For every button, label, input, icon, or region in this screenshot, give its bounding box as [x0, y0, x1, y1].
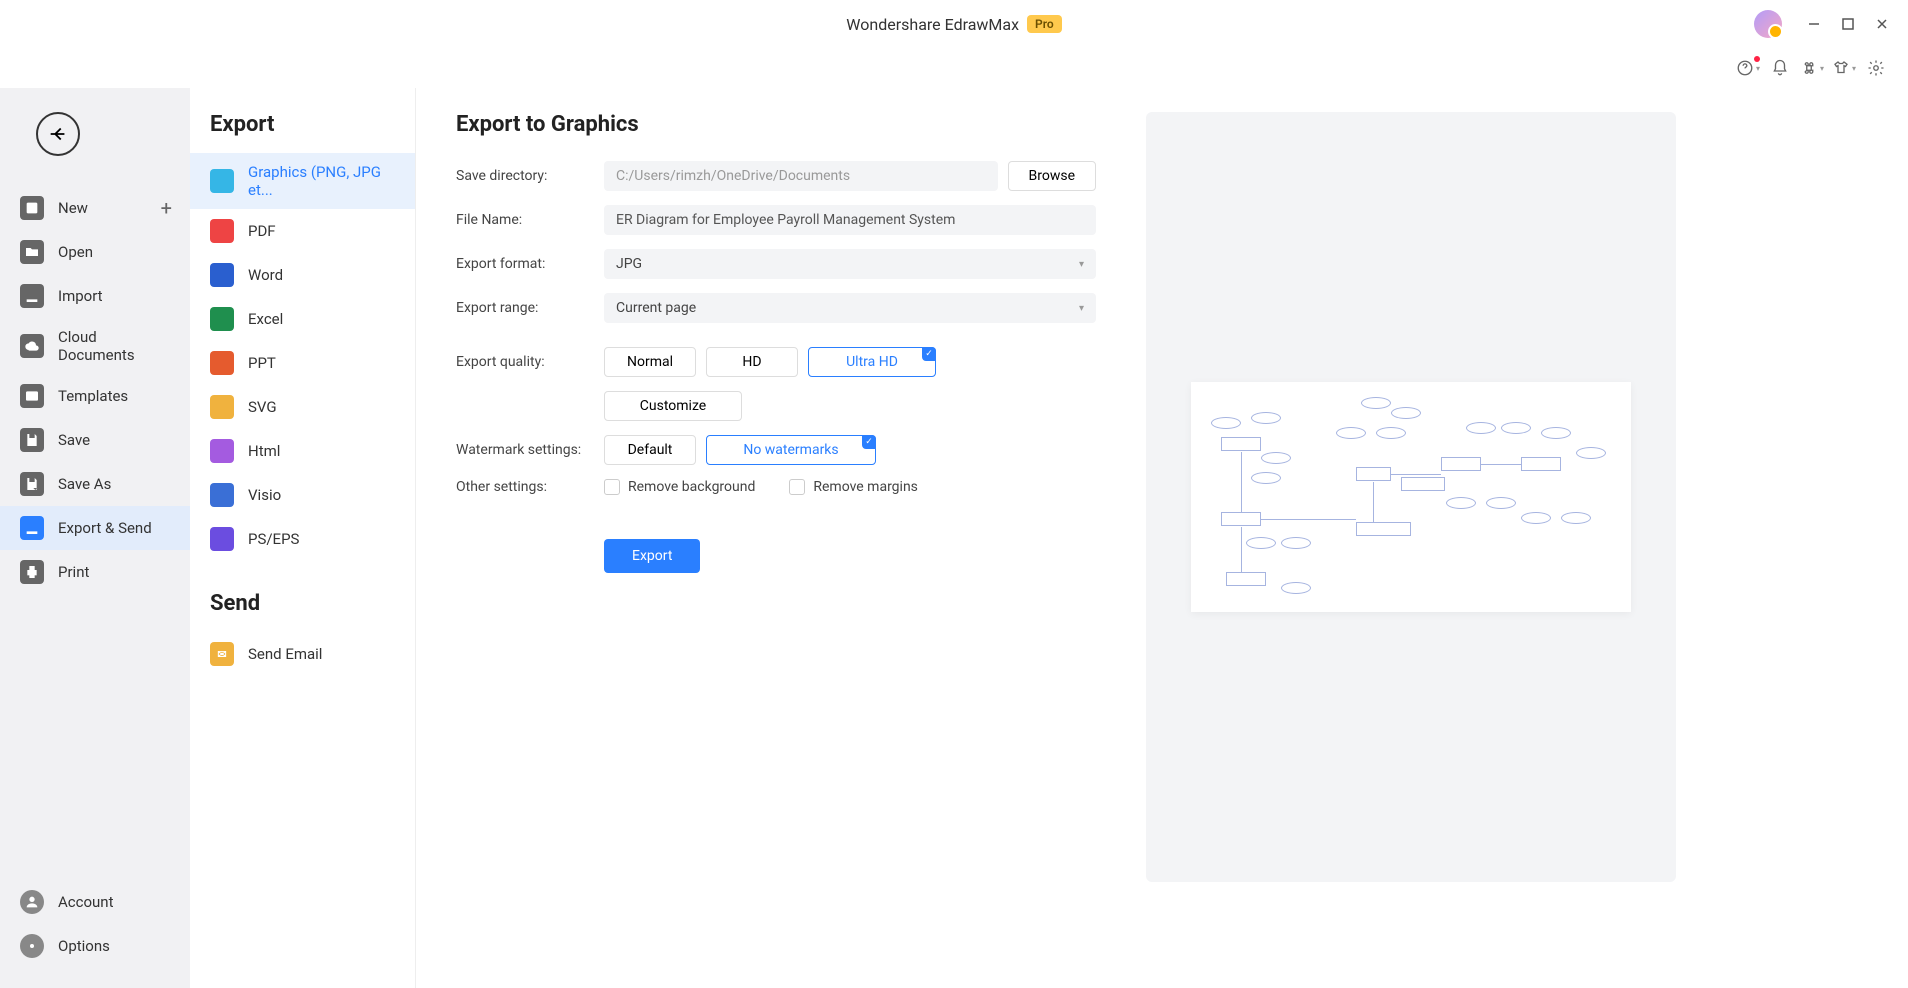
ppt-file-icon [210, 351, 234, 375]
nav-new[interactable]: New+ [0, 186, 190, 230]
print-icon [20, 560, 44, 584]
file-name-input[interactable] [604, 205, 1096, 235]
save-dir-label: Save directory: [456, 168, 604, 184]
options-icon [20, 934, 44, 958]
format-word[interactable]: Word [190, 253, 415, 297]
minimize-button[interactable] [1800, 10, 1828, 38]
graphics-file-icon [210, 169, 234, 193]
maximize-button[interactable] [1834, 10, 1862, 38]
nav-saveas[interactable]: Save As [0, 462, 190, 506]
format-visio[interactable]: Visio [190, 473, 415, 517]
nav-print[interactable]: Print [0, 550, 190, 594]
account-icon [20, 890, 44, 914]
export-content: Export to Graphics Save directory: Brows… [416, 88, 1908, 988]
quality-normal-button[interactable]: Normal [604, 347, 696, 377]
pdf-file-icon [210, 219, 234, 243]
pro-badge: Pro [1027, 15, 1062, 33]
other-settings-label: Other settings: [456, 479, 604, 495]
nav-templates[interactable]: Templates [0, 374, 190, 418]
html-file-icon [210, 439, 234, 463]
format-pseps[interactable]: PS/EPS [190, 517, 415, 561]
close-button[interactable] [1868, 10, 1896, 38]
new-icon [20, 196, 44, 220]
remove-margins-checkbox[interactable]: Remove margins [789, 479, 918, 495]
open-icon [20, 240, 44, 264]
range-select[interactable]: Current page [604, 293, 1096, 323]
preview-thumbnail [1191, 382, 1631, 612]
quality-label: Export quality: [456, 354, 604, 370]
watermark-none-button[interactable]: No watermarks [706, 435, 876, 465]
format-label: Export format: [456, 256, 604, 272]
range-label: Export range: [456, 300, 604, 316]
command-icon[interactable]: ▾ [1798, 54, 1826, 82]
email-icon: ✉ [210, 642, 234, 666]
format-select[interactable]: JPG [604, 249, 1096, 279]
visio-file-icon [210, 483, 234, 507]
nav-cloud[interactable]: Cloud Documents [0, 318, 190, 374]
send-heading: Send [190, 591, 415, 632]
user-avatar[interactable] [1754, 10, 1782, 38]
file-name-label: File Name: [456, 212, 604, 228]
quality-hd-button[interactable]: HD [706, 347, 798, 377]
save-icon [20, 428, 44, 452]
remove-bg-checkbox[interactable]: Remove background [604, 479, 755, 495]
top-toolbar: ▾ ▾ ▾ [0, 48, 1908, 88]
cloud-icon [20, 334, 44, 358]
nav-save[interactable]: Save [0, 418, 190, 462]
export-heading: Export [190, 112, 415, 153]
watermark-label: Watermark settings: [456, 442, 604, 458]
bell-icon[interactable] [1766, 54, 1794, 82]
format-graphics[interactable]: Graphics (PNG, JPG et... [190, 153, 415, 209]
tshirt-icon[interactable]: ▾ [1830, 54, 1858, 82]
titlebar: Wondershare EdrawMax Pro [0, 0, 1908, 48]
file-menu-sidebar: New+OpenImportCloud DocumentsTemplatesSa… [0, 88, 190, 988]
word-file-icon [210, 263, 234, 287]
nav-account[interactable]: Account [0, 880, 190, 924]
export-icon [20, 516, 44, 540]
preview-panel [1146, 112, 1676, 882]
browse-button[interactable]: Browse [1008, 161, 1096, 191]
format-ppt[interactable]: PPT [190, 341, 415, 385]
nav-export[interactable]: Export & Send [0, 506, 190, 550]
svg-file-icon [210, 395, 234, 419]
format-svg[interactable]: SVG [190, 385, 415, 429]
templates-icon [20, 384, 44, 408]
customize-button[interactable]: Customize [604, 391, 742, 421]
watermark-default-button[interactable]: Default [604, 435, 696, 465]
format-pdf[interactable]: PDF [190, 209, 415, 253]
format-html[interactable]: Html [190, 429, 415, 473]
quality-ultrahd-button[interactable]: Ultra HD [808, 347, 936, 377]
export-button[interactable]: Export [604, 539, 700, 573]
nav-import[interactable]: Import [0, 274, 190, 318]
gear-icon[interactable] [1862, 54, 1890, 82]
back-button[interactable] [36, 112, 80, 156]
app-title: Wondershare EdrawMax [846, 15, 1019, 34]
import-icon [20, 284, 44, 308]
plus-icon: + [161, 196, 172, 220]
send-email[interactable]: ✉Send Email [190, 632, 415, 676]
save-dir-input[interactable] [604, 161, 998, 191]
excel-file-icon [210, 307, 234, 331]
nav-options[interactable]: Options [0, 924, 190, 968]
nav-open[interactable]: Open [0, 230, 190, 274]
format-excel[interactable]: Excel [190, 297, 415, 341]
saveas-icon [20, 472, 44, 496]
page-title: Export to Graphics [456, 112, 1096, 137]
help-icon[interactable]: ▾ [1734, 54, 1762, 82]
export-format-sidebar: Export Graphics (PNG, JPG et...PDFWordEx… [190, 88, 416, 988]
pseps-file-icon [210, 527, 234, 551]
